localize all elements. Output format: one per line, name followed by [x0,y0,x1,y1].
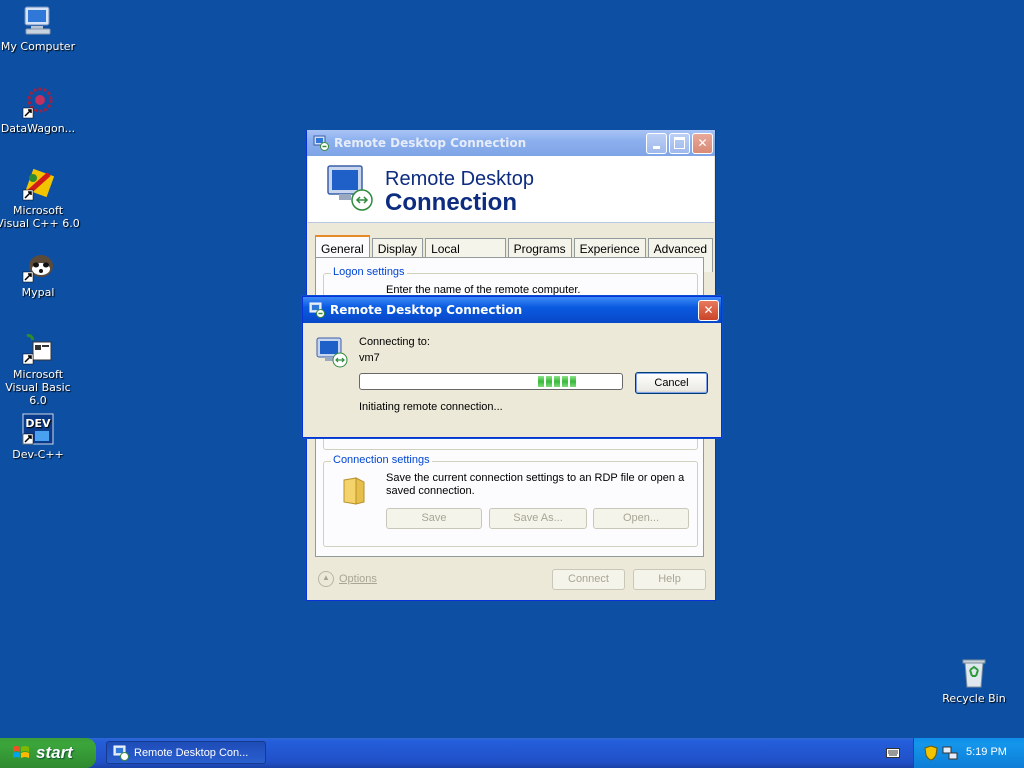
rdc-app-icon [313,135,329,151]
desktop-icon-recycle-bin[interactable]: Recycle Bin [932,656,1016,705]
progress-block [546,376,552,387]
connection-settings-group: Connection settings Save the current con… [323,454,698,547]
desktop-icon-visual-basic[interactable]: Microsoft Visual Basic 6.0 [0,332,80,407]
dialog-title: Remote Desktop Connection [330,303,523,317]
dev-cpp-icon: DEV [21,412,55,446]
desktop-icon-label: Dev-C++ [12,448,64,461]
my-computer-icon [21,4,55,38]
desktop-icon-label: Recycle Bin [942,692,1006,705]
minimize-icon [653,145,660,149]
rdc-app-icon [113,745,129,761]
main-window-titlebar[interactable]: Remote Desktop Connection ✕ [307,130,715,156]
options-label: Options [339,573,377,585]
progress-block [554,376,560,387]
visual-cpp-icon [21,168,55,202]
datawagon-icon [21,86,55,120]
network-icon[interactable] [942,745,958,764]
security-shield-icon[interactable] [924,745,938,764]
windows-logo-icon [12,744,30,762]
desktop-icon-dev-cpp[interactable]: DEV Dev-C++ [0,412,80,461]
rdc-banner-icon [324,162,376,215]
options-toggle[interactable]: ▲ Options [318,571,377,587]
connecting-label: Connecting to: [359,336,430,348]
main-close-button[interactable]: ✕ [692,132,713,154]
desktop-icon-label: Microsoft Visual C++ 6.0 [0,204,80,230]
progress-block [570,376,576,387]
progress-marquee [538,376,578,387]
close-icon: ✕ [703,303,714,317]
connection-status: Initiating remote connection... [359,401,503,413]
desktop-icon-visual-cpp[interactable]: Microsoft Visual C++ 6.0 [0,168,80,230]
connect-button[interactable]: Connect [552,569,625,590]
svg-text:DEV: DEV [25,417,51,430]
desktop-icon-my-computer[interactable]: My Computer [0,4,80,53]
mypal-icon [21,250,55,284]
start-label: start [36,743,73,762]
desktop-icon-label: Microsoft Visual Basic 6.0 [5,368,71,407]
progress-block [538,376,544,387]
close-icon: ✕ [697,136,708,150]
rdc-banner: Remote Desktop Connection [308,156,714,223]
start-button[interactable]: start [0,738,96,768]
keyboard-icon[interactable] [886,748,900,761]
system-tray: 5:19 PM [913,738,1024,768]
desktop-icon-label: Mypal [21,286,55,299]
connecting-host: vm7 [359,352,380,364]
connection-progress-bar [359,373,623,390]
taskbar-item-rdc[interactable]: Remote Desktop Con... [106,741,266,764]
visual-basic-icon [21,332,55,366]
save-as-button[interactable]: Save As... [489,508,587,529]
maximize-button[interactable] [669,132,690,154]
logon-settings-text: Enter the name of the remote computer. [386,284,581,296]
desktop-icon-mypal[interactable]: Mypal [0,250,80,299]
connection-settings-title: Connection settings [331,454,432,466]
minimize-button[interactable] [646,132,667,154]
taskbar: start Remote Desktop Con... 5:19 PM [0,738,1024,768]
open-button[interactable]: Open... [593,508,689,529]
banner-title-line2: Connection [385,189,517,216]
save-button[interactable]: Save [386,508,482,529]
desktop-icon-datawagon[interactable]: DataWagon... [0,86,80,135]
dialog-computer-icon [315,335,349,372]
progress-block [562,376,568,387]
dialog-close-button[interactable]: ✕ [698,299,719,321]
desktop-icon-label: My Computer [0,40,76,53]
main-window-title: Remote Desktop Connection [334,136,527,150]
maximize-icon [674,137,685,149]
help-button[interactable]: Help [633,569,706,590]
connecting-dialog: Remote Desktop Connection ✕ Connecting t… [302,296,722,438]
banner-title-line1: Remote Desktop [385,168,534,190]
clock[interactable]: 5:19 PM [966,746,1007,758]
connection-settings-text: Save the current connection settings to … [386,472,685,497]
taskbar-item-label: Remote Desktop Con... [134,746,249,759]
rdc-app-icon [309,302,325,318]
recycle-bin-icon [957,656,991,690]
desktop-icon-label: DataWagon... [0,122,76,135]
folder-icon [340,476,368,509]
logon-settings-title: Logon settings [331,266,407,278]
chevron-up-icon: ▲ [318,571,334,587]
dialog-titlebar[interactable]: Remote Desktop Connection ✕ [303,297,721,323]
cancel-button[interactable]: Cancel [635,372,708,394]
